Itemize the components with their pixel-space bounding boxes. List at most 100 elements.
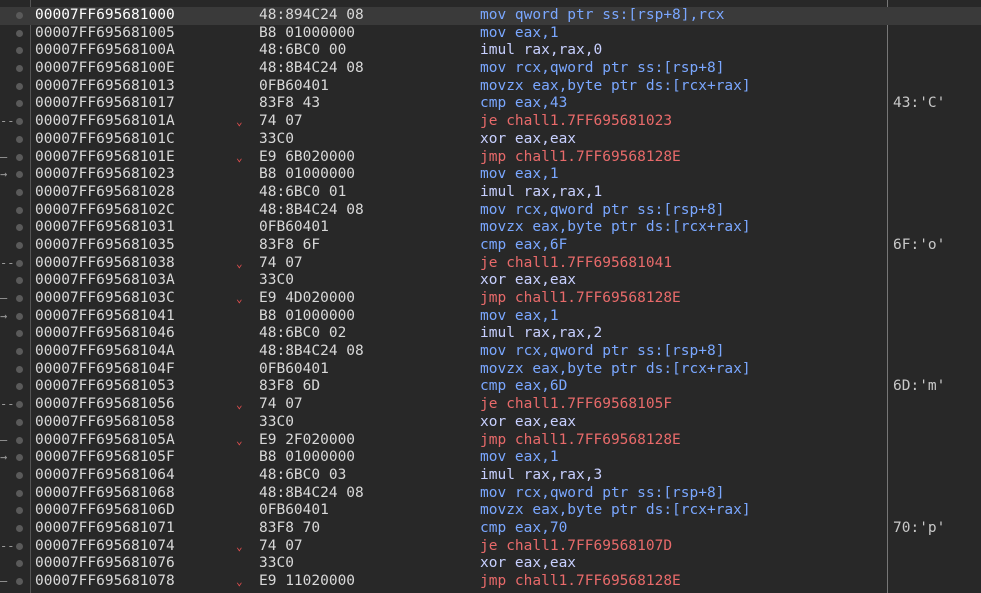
breakpoint-dot-icon[interactable] xyxy=(16,29,23,37)
address-cell: 00007FF69568101A xyxy=(35,113,175,130)
disasm-row[interactable]: 00007FF695681053 83F8 6D cmp eax,6D 6D:'m' xyxy=(0,378,981,396)
breakpoint-gutter[interactable] xyxy=(0,502,30,520)
breakpoint-dot-icon[interactable] xyxy=(16,295,23,302)
breakpoint-dot-icon[interactable] xyxy=(16,418,23,426)
disasm-row[interactable]: 00007FF695681035 83F8 6F cmp eax,6F 6F:'o' xyxy=(0,237,981,255)
bytes-cell: B8 01000000 xyxy=(259,307,356,324)
breakpoint-gutter[interactable] xyxy=(0,25,30,43)
instruction-cell: jmp chall1.7FF69568128E xyxy=(480,290,681,306)
disasm-row[interactable]: 00007FF695681005 B8 01000000 mov eax,1 xyxy=(0,25,981,43)
breakpoint-gutter[interactable]: — xyxy=(0,573,30,591)
breakpoint-gutter[interactable] xyxy=(0,7,30,25)
breakpoint-dot-icon[interactable] xyxy=(16,241,23,249)
breakpoint-dot-icon[interactable] xyxy=(16,436,23,444)
breakpoint-dot-icon[interactable] xyxy=(16,489,23,497)
disasm-row[interactable]: 00007FF695681076 33C0 xor eax,eax xyxy=(0,555,981,573)
breakpoint-gutter[interactable]: → xyxy=(0,308,30,326)
disasm-row[interactable]: 00007FF695681064 48:6BC0 03 imul rax,rax,3 xyxy=(0,467,981,485)
breakpoint-gutter[interactable] xyxy=(0,237,30,255)
disasm-row[interactable]: 00007FF69568100A 48:6BC0 00 imul rax,rax,0 xyxy=(0,42,981,60)
chevron-down-icon: ⌄ xyxy=(236,292,243,305)
breakpoint-gutter[interactable] xyxy=(0,485,30,503)
disasm-row[interactable]: -- 00007FF69568101A ⌄ 74 07 je chall1.7FF695… xyxy=(0,113,981,131)
disassembly-view[interactable]: 00007FF695681000 48:894C24 08 mov qword pt… xyxy=(0,7,981,591)
breakpoint-gutter[interactable] xyxy=(0,219,30,237)
disasm-row[interactable]: 00007FF69568104F 0FB60401 movzx eax,byte p… xyxy=(0,361,981,379)
address-cell: 00007FF695681023 xyxy=(35,166,175,183)
breakpoint-dot-icon[interactable] xyxy=(16,153,23,161)
disasm-row[interactable]: 00007FF695681028 48:6BC0 01 imul rax,rax,1 xyxy=(0,184,981,202)
breakpoint-gutter[interactable]: -- xyxy=(0,113,30,131)
disasm-row[interactable]: — 00007FF69568101E ⌄ E9 6B020000 jmp chall1.… xyxy=(0,149,981,167)
breakpoint-gutter[interactable] xyxy=(0,378,30,396)
breakpoint-gutter[interactable] xyxy=(0,325,30,343)
disasm-row[interactable]: 00007FF695681058 33C0 xor eax,eax xyxy=(0,414,981,432)
breakpoint-gutter[interactable]: → xyxy=(0,449,30,467)
breakpoint-gutter[interactable] xyxy=(0,467,30,485)
disasm-row[interactable]: 00007FF69568104A 48:8B4C24 08 mov rcx,qwor… xyxy=(0,343,981,361)
breakpoint-gutter[interactable] xyxy=(0,414,30,432)
breakpoint-dot-icon[interactable] xyxy=(16,259,23,267)
breakpoint-gutter[interactable] xyxy=(0,555,30,573)
disasm-row[interactable]: 00007FF69568100E 48:8B4C24 08 mov rcx,qwor… xyxy=(0,60,981,78)
breakpoint-dot-icon[interactable] xyxy=(16,206,23,214)
breakpoint-gutter[interactable] xyxy=(0,343,30,361)
breakpoint-gutter[interactable]: — xyxy=(0,432,30,450)
disasm-row[interactable]: — 00007FF69568105A ⌄ E9 2F020000 jmp chall1.… xyxy=(0,432,981,450)
disasm-row[interactable]: 00007FF695681000 48:894C24 08 mov qword pt… xyxy=(0,7,981,25)
bytes-cell: 48:8B4C24 08 xyxy=(259,201,364,218)
breakpoint-dot-icon[interactable] xyxy=(16,135,23,143)
disasm-row[interactable]: -- 00007FF695681074 ⌄ 74 07 je chall1.7FF695… xyxy=(0,538,981,556)
address-cell: 00007FF695681064 xyxy=(35,466,175,483)
breakpoint-dot-icon[interactable] xyxy=(16,312,23,320)
instruction-cell: je chall1.7FF695681041 xyxy=(480,254,673,271)
disasm-row[interactable]: → 00007FF69568105F B8 01000000 mov eax,1 xyxy=(0,449,981,467)
breakpoint-gutter[interactable]: -- xyxy=(0,255,30,273)
breakpoint-dot-icon[interactable] xyxy=(16,188,23,196)
breakpoint-gutter[interactable] xyxy=(0,95,30,113)
bytes-cell: 74 07 xyxy=(259,254,303,271)
disasm-row[interactable]: 00007FF69568106D 0FB60401 movzx eax,byte p… xyxy=(0,502,981,520)
breakpoint-gutter[interactable] xyxy=(0,42,30,60)
disasm-row[interactable]: → 00007FF695681041 B8 01000000 mov eax,1 xyxy=(0,308,981,326)
breakpoint-gutter[interactable] xyxy=(0,202,30,220)
breakpoint-dot-icon[interactable] xyxy=(16,348,23,356)
breakpoint-dot-icon[interactable] xyxy=(16,578,23,585)
breakpoint-dot-icon[interactable] xyxy=(16,542,23,550)
address-cell: 00007FF695681028 xyxy=(35,183,175,200)
breakpoint-gutter[interactable] xyxy=(0,131,30,149)
chevron-down-icon: ⌄ xyxy=(236,575,243,588)
breakpoint-dot-icon[interactable] xyxy=(16,524,23,532)
breakpoint-gutter[interactable]: — xyxy=(0,149,30,167)
breakpoint-gutter[interactable] xyxy=(0,361,30,379)
disasm-row[interactable]: 00007FF69568103A 33C0 xor eax,eax xyxy=(0,272,981,290)
breakpoint-gutter[interactable] xyxy=(0,272,30,290)
address-cell: 00007FF695681053 xyxy=(35,378,175,395)
disasm-row[interactable]: -- 00007FF695681038 ⌄ 74 07 je chall1.7FF695… xyxy=(0,255,981,273)
disasm-row[interactable]: 00007FF695681031 0FB60401 movzx eax,byte p… xyxy=(0,219,981,237)
disasm-row[interactable]: 00007FF69568101C 33C0 xor eax,eax xyxy=(0,131,981,149)
breakpoint-gutter[interactable]: -- xyxy=(0,396,30,414)
disasm-row[interactable]: 00007FF69568102C 48:8B4C24 08 mov rcx,qwor… xyxy=(0,202,981,220)
disasm-row[interactable]: — 00007FF695681078 ⌄ E9 11020000 jmp chall1.… xyxy=(0,573,981,591)
disasm-row[interactable]: — 00007FF69568103C ⌄ E9 4D020000 jmp chall1.… xyxy=(0,290,981,308)
breakpoint-gutter[interactable]: — xyxy=(0,290,30,308)
disasm-row[interactable]: 00007FF695681068 48:8B4C24 08 mov rcx,qwor… xyxy=(0,485,981,503)
breakpoint-dot-icon[interactable] xyxy=(16,12,23,19)
breakpoint-dot-icon[interactable] xyxy=(16,82,23,90)
breakpoint-dot-icon[interactable] xyxy=(16,65,23,73)
breakpoint-gutter[interactable]: → xyxy=(0,166,30,184)
disasm-row[interactable]: 00007FF695681013 0FB60401 movzx eax,byte p… xyxy=(0,78,981,96)
disasm-row[interactable]: 00007FF695681046 48:6BC0 02 imul rax,rax,2 xyxy=(0,325,981,343)
breakpoint-gutter[interactable] xyxy=(0,78,30,96)
breakpoint-dot-icon[interactable] xyxy=(16,365,23,373)
breakpoint-gutter[interactable] xyxy=(0,184,30,202)
disasm-row[interactable]: → 00007FF695681023 B8 01000000 mov eax,1 xyxy=(0,166,981,184)
breakpoint-gutter[interactable] xyxy=(0,60,30,78)
breakpoint-gutter[interactable] xyxy=(0,520,30,538)
disasm-row[interactable]: -- 00007FF695681056 ⌄ 74 07 je chall1.7FF695… xyxy=(0,396,981,414)
disasm-row[interactable]: 00007FF695681017 83F8 43 cmp eax,43 43:'C' xyxy=(0,95,981,113)
breakpoint-dot-icon[interactable] xyxy=(16,471,23,479)
disasm-row[interactable]: 00007FF695681071 83F8 70 cmp eax,70 70:'p' xyxy=(0,520,981,538)
breakpoint-gutter[interactable]: -- xyxy=(0,538,30,556)
